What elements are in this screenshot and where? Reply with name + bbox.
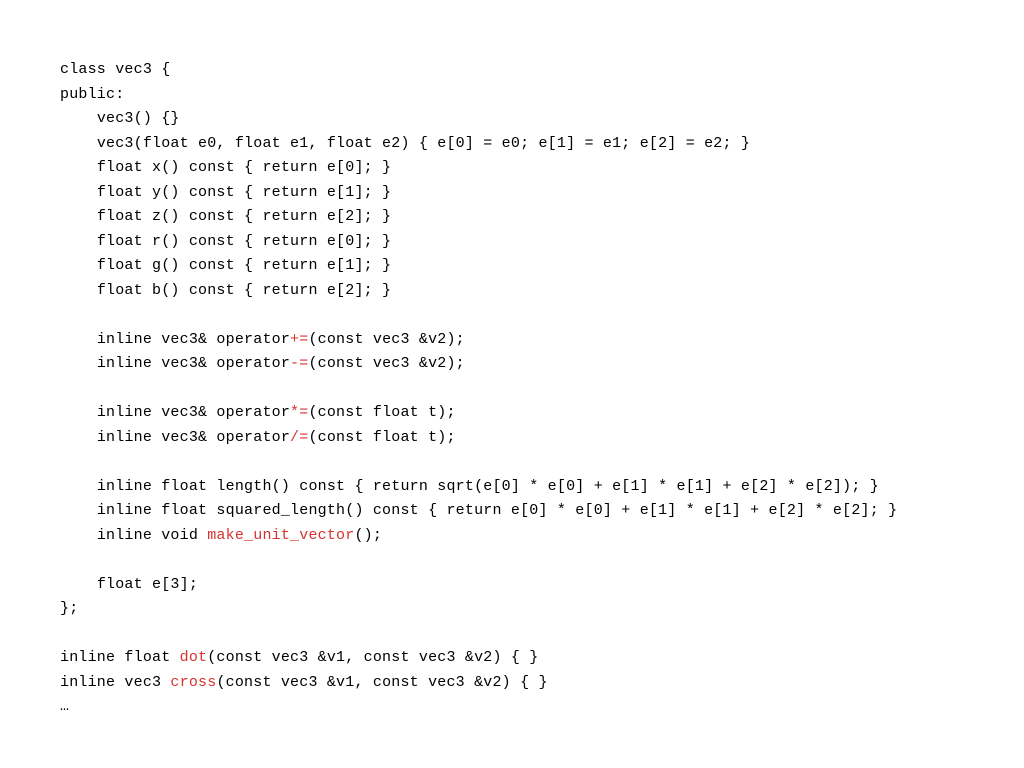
operator-plus-equals: +=	[290, 331, 308, 348]
operator-times-equals: *=	[290, 404, 308, 421]
code-line: public:	[60, 86, 124, 103]
code-block: class vec3 { public: vec3() {} vec3(floa…	[0, 0, 1024, 720]
code-line: float y() const { return e[1]; }	[97, 184, 391, 201]
code-line: class vec3 {	[60, 61, 170, 78]
code-line: float z() const { return e[2]; }	[97, 208, 391, 225]
code-line: float g() const { return e[1]; }	[97, 257, 391, 274]
operator-minus-equals: -=	[290, 355, 308, 372]
code-line: vec3() {}	[97, 110, 180, 127]
code-line: inline vec3& operator*=(const float t);	[97, 404, 456, 421]
operator-divide-equals: /=	[290, 429, 308, 446]
code-line: inline float squared_length() const { re…	[97, 502, 898, 519]
code-line: inline vec3& operator+=(const vec3 &v2);	[97, 331, 465, 348]
code-line: inline vec3& operator/=(const float t);	[97, 429, 456, 446]
dot-function: dot	[180, 649, 208, 666]
code-line: inline vec3 cross(const vec3 &v1, const …	[60, 674, 548, 691]
code-line: inline float length() const { return sqr…	[97, 478, 879, 495]
code-line: inline float dot(const vec3 &v1, const v…	[60, 649, 539, 666]
ellipsis: …	[60, 698, 69, 715]
make-unit-vector: make_unit_vector	[207, 527, 354, 544]
code-line: inline void make_unit_vector();	[97, 527, 382, 544]
code-line: inline vec3& operator-=(const vec3 &v2);	[97, 355, 465, 372]
cross-function: cross	[170, 674, 216, 691]
code-line: float e[3];	[97, 576, 198, 593]
code-line: float b() const { return e[2]; }	[97, 282, 391, 299]
code-line: float r() const { return e[0]; }	[97, 233, 391, 250]
code-line: float x() const { return e[0]; }	[97, 159, 391, 176]
code-line: };	[60, 600, 78, 617]
code-line: vec3(float e0, float e1, float e2) { e[0…	[97, 135, 750, 152]
